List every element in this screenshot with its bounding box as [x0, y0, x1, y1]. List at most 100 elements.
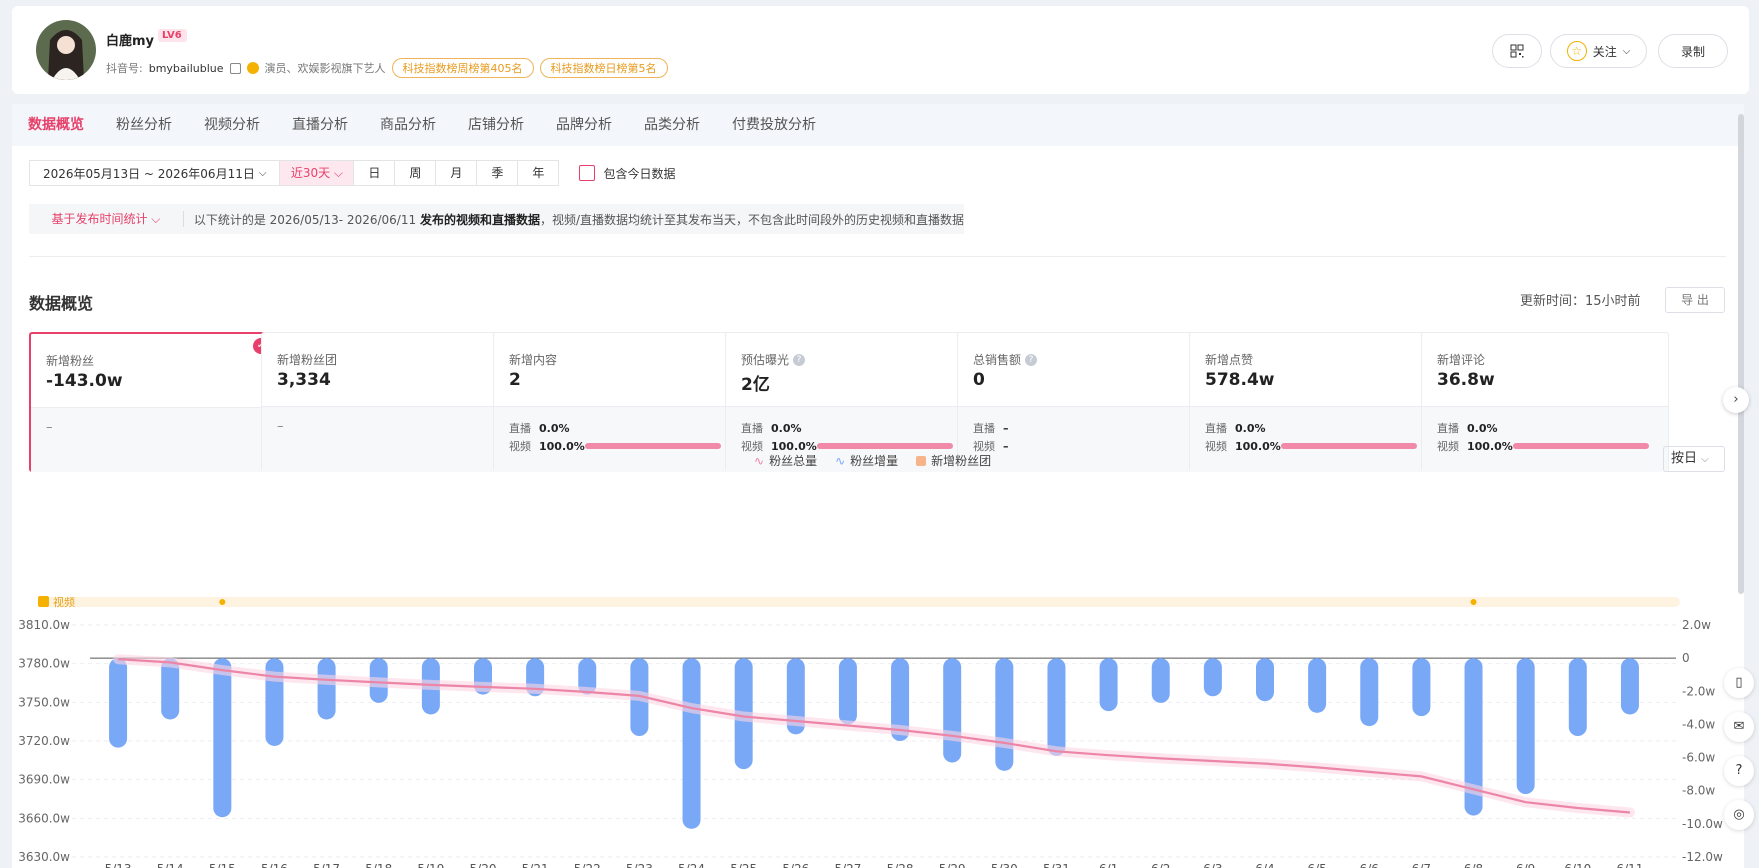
bar	[943, 658, 962, 763]
tab-video[interactable]: 视频分析	[188, 104, 276, 146]
legend-increase[interactable]: ∿ 粉丝增量	[835, 452, 898, 469]
x-tick: 5/13	[105, 862, 132, 868]
card-new-content[interactable]: 新增内容 2 直播 0.0% 视频 100.0%	[493, 332, 741, 472]
x-tick: 6/5	[1307, 862, 1326, 868]
bar	[1099, 658, 1118, 712]
y-left-tick: 3630.0w	[18, 850, 70, 864]
chevron-down-icon: ⌵	[1622, 45, 1631, 57]
help-icon[interactable]: ?	[1724, 756, 1754, 786]
rank-tag-daily[interactable]: 科技指数榜日榜第5名	[539, 58, 668, 78]
bar	[213, 658, 232, 818]
preset-select[interactable]: 近30天 ⌵	[280, 160, 355, 186]
bar	[1047, 658, 1066, 756]
tab-brand[interactable]: 品牌分析	[540, 104, 628, 146]
card-sales[interactable]: 总销售额? 0 直播 – 视频 –	[957, 332, 1205, 472]
export-button[interactable]: 导 出	[1665, 287, 1725, 313]
bar	[1256, 658, 1274, 702]
tab-goods[interactable]: 商品分析	[364, 104, 452, 146]
profile-meta: 抖音号: bmybailublue 演员、欢娱影视旗下艺人 科技指数榜周榜第40…	[106, 58, 668, 78]
y-left-tick: 3780.0w	[18, 657, 70, 671]
x-tick: 5/25	[730, 862, 757, 868]
chart-legend: ∿ 粉丝总量 ∿ 粉丝增量 新增粉丝团	[754, 452, 991, 469]
date-range-value: 2026年05月13日 ~ 2026年06月11日	[43, 166, 255, 181]
x-tick: 6/1	[1099, 862, 1118, 868]
include-today-label: 包含今日数据	[603, 166, 676, 181]
x-tick: 5/29	[939, 862, 966, 868]
card-likes[interactable]: 新增点赞 578.4w 直播 0.0% 视频 100.0%	[1189, 332, 1437, 472]
x-tick: 6/8	[1464, 862, 1483, 868]
update-time: 更新时间：15小时前	[1520, 294, 1641, 309]
qrcode-icon	[1510, 44, 1524, 58]
include-today[interactable]: 包含今日数据	[579, 165, 675, 182]
help-icon[interactable]: ?	[1025, 353, 1038, 366]
video-marker	[219, 599, 226, 605]
tab-live[interactable]: 直播分析	[276, 104, 364, 146]
include-today-checkbox[interactable]	[579, 165, 596, 181]
period-day[interactable]: 日	[354, 160, 396, 186]
tab-paid[interactable]: 付费投放分析	[716, 104, 832, 146]
tab-overview[interactable]: 数据概览	[12, 104, 100, 146]
record-button[interactable]: 录制	[1658, 34, 1728, 68]
y-right-tick: -2.0w	[1682, 684, 1715, 698]
tab-bar: 数据概览 粉丝分析 视频分析 直播分析 商品分析 店铺分析 品牌分析 品类分析 …	[12, 104, 1744, 146]
date-range-picker[interactable]: 2026年05月13日 ~ 2026年06月11日 ⌵	[29, 160, 281, 186]
bar	[1308, 658, 1327, 713]
tab-category[interactable]: 品类分析	[628, 104, 716, 146]
main-panel: 数据概览 粉丝分析 视频分析 直播分析 商品分析 店铺分析 品牌分析 品类分析 …	[12, 104, 1749, 868]
next-arrow-icon[interactable]: ›	[1723, 387, 1749, 413]
verified-icon	[246, 62, 259, 74]
legend-fan-group[interactable]: 新增粉丝团	[916, 452, 991, 469]
filter-row: 2026年05月13日 ~ 2026年06月11日 ⌵ 近30天 ⌵ 日 周 月…	[29, 160, 675, 186]
info-text: 以下统计的是 2026/05/13- 2026/06/11 发布的视频和直播数据…	[193, 212, 964, 227]
card-exposure[interactable]: 预估曝光? 2亿 直播 0.0% 视频 100.0%	[725, 332, 973, 472]
card-new-fans[interactable]: ✓ 新增粉丝 -143.0w –	[29, 332, 277, 472]
avatar[interactable]	[36, 20, 96, 80]
phone-icon[interactable]: ▯	[1724, 668, 1754, 698]
mail-icon[interactable]: ✉	[1724, 712, 1754, 742]
help-icon[interactable]: ?	[793, 353, 806, 366]
x-tick: 5/15	[209, 862, 236, 868]
copy-icon[interactable]	[229, 62, 241, 74]
period-year[interactable]: 年	[518, 160, 560, 186]
period-week[interactable]: 周	[395, 160, 437, 186]
section-title: 数据概览	[29, 294, 94, 313]
card-new-fan-group[interactable]: 新增粉丝团 3,334 –	[261, 332, 509, 472]
bar	[1568, 658, 1587, 737]
card-comments[interactable]: 新增评论 36.8w 直播 0.0% 视频 100.0%	[1421, 332, 1669, 472]
video-share-bar	[817, 443, 953, 449]
wechat-icon[interactable]: ◎	[1724, 800, 1754, 830]
basis-select[interactable]: 基于发布时间统计 ⌵	[29, 211, 184, 227]
bar	[995, 658, 1014, 771]
x-tick: 5/28	[887, 862, 914, 868]
qrcode-button[interactable]	[1492, 34, 1542, 68]
x-tick: 6/2	[1151, 862, 1170, 868]
x-tick: 6/7	[1412, 862, 1431, 868]
y-right-tick: -8.0w	[1682, 784, 1715, 798]
follow-button[interactable]: ☆ 关注 ⌵	[1550, 34, 1647, 68]
period-quarter[interactable]: 季	[477, 160, 519, 186]
x-tick: 6/11	[1616, 862, 1643, 868]
x-tick: 5/23	[626, 862, 653, 868]
y-right-tick: -12.0w	[1682, 850, 1723, 864]
rank-tag-weekly[interactable]: 科技指数榜周榜第405名	[391, 58, 534, 78]
level-badge: LV6	[158, 29, 187, 42]
x-tick: 5/21	[522, 862, 549, 868]
x-tick: 6/3	[1203, 862, 1222, 868]
metric-cards: ✓ 新增粉丝 -143.0w – 新增粉丝团 3,334 – 新增内容 2 直播…	[29, 332, 1726, 472]
legend-total[interactable]: ∿ 粉丝总量	[754, 452, 817, 469]
y-right-tick: 2.0w	[1682, 618, 1711, 632]
y-left-tick: 3660.0w	[18, 811, 70, 825]
x-tick: 5/24	[678, 862, 705, 868]
video-share-bar	[585, 443, 721, 449]
profile-header: 白鹿my LV6 抖音号: bmybailublue 演员、欢娱影视旗下艺人 科…	[12, 6, 1749, 94]
x-tick: 5/19	[417, 862, 444, 868]
period-month[interactable]: 月	[436, 160, 478, 186]
granularity-select[interactable]: 按日 ⌵	[1663, 446, 1725, 472]
chevron-down-icon: ⌵	[258, 167, 267, 179]
tab-shop[interactable]: 店铺分析	[452, 104, 540, 146]
side-toolbar: ▯ ✉ ? ◎	[1724, 668, 1759, 844]
video-share-bar	[1281, 443, 1417, 449]
tab-fans[interactable]: 粉丝分析	[100, 104, 188, 146]
x-tick: 6/10	[1564, 862, 1591, 868]
x-tick: 5/16	[261, 862, 288, 868]
